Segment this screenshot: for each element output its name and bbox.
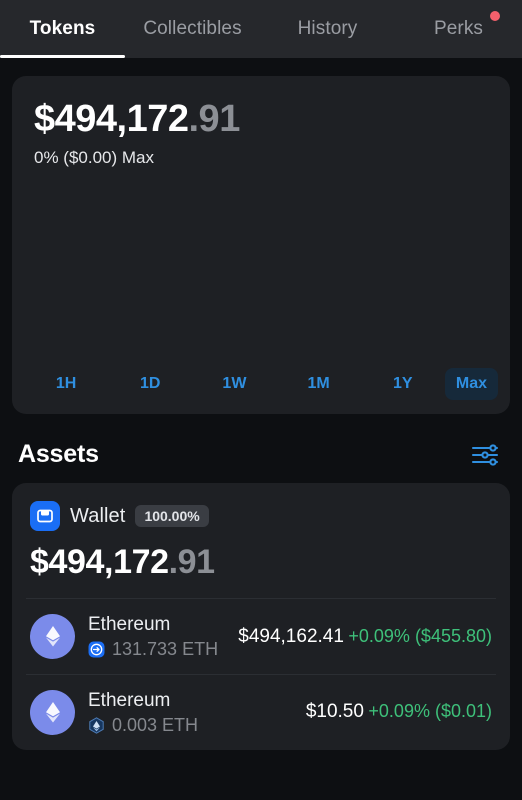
ethereum-icon bbox=[30, 613, 75, 659]
tab-collectibles[interactable]: Collectibles bbox=[125, 0, 260, 58]
range-1w[interactable]: 1W bbox=[192, 368, 276, 400]
token-value: $10.50 bbox=[305, 701, 364, 723]
wallet-identity-row: Wallet 100.00% bbox=[30, 501, 492, 531]
sliders-filter-icon[interactable] bbox=[470, 442, 500, 468]
range-1d[interactable]: 1D bbox=[108, 368, 192, 400]
token-values: $494,162.41 +0.09% ($455.80) bbox=[238, 625, 492, 649]
token-name: Ethereum bbox=[88, 614, 171, 635]
range-1h[interactable]: 1H bbox=[24, 368, 108, 400]
token-value: $494,162.41 bbox=[238, 625, 344, 647]
wallet-card: Wallet 100.00% $494,172.91 Ethereum 131. bbox=[12, 483, 510, 750]
main-tab-bar: Tokens Collectibles History Perks bbox=[0, 0, 522, 58]
wallet-balance-whole: $494,172 bbox=[30, 543, 169, 581]
chart-range-selector: 1H 1D 1W 1M 1Y Max bbox=[24, 368, 498, 400]
ethereum-icon bbox=[30, 689, 75, 735]
assets-header: Assets bbox=[0, 414, 522, 483]
wallet-balance: $494,172.91 bbox=[30, 543, 492, 582]
range-1m[interactable]: 1M bbox=[277, 368, 361, 400]
tab-history-label: History bbox=[297, 18, 358, 39]
portfolio-chart-card: $494,172.91 0% ($0.00) Max 1H 1D 1W 1M 1… bbox=[12, 76, 510, 414]
range-max[interactable]: Max bbox=[444, 368, 498, 400]
range-1y[interactable]: 1Y bbox=[361, 368, 445, 400]
token-amount: 131.733 ETH bbox=[112, 638, 219, 659]
active-tab-indicator bbox=[0, 55, 125, 58]
portfolio-balance-whole: $494,172 bbox=[34, 98, 189, 140]
token-info: Ethereum 0.003 ETH bbox=[88, 689, 293, 736]
tab-tokens[interactable]: Tokens bbox=[0, 0, 125, 58]
token-change: +0.09% ($455.80) bbox=[348, 625, 492, 646]
tab-perks[interactable]: Perks bbox=[395, 0, 522, 58]
token-name: Ethereum bbox=[88, 689, 171, 711]
assets-title: Assets bbox=[18, 440, 99, 468]
token-amount-row: 0.003 ETH bbox=[88, 715, 293, 736]
tab-tokens-label: Tokens bbox=[29, 18, 96, 39]
token-info: Ethereum 131.733 ETH bbox=[88, 613, 225, 660]
token-amount: 0.003 ETH bbox=[112, 714, 199, 735]
wallet-header[interactable]: Wallet 100.00% $494,172.91 bbox=[12, 483, 510, 598]
token-values: $10.50 +0.09% ($0.01) bbox=[306, 700, 492, 724]
tab-history[interactable]: History bbox=[260, 0, 395, 58]
portfolio-change-summary: 0% ($0.00) Max bbox=[34, 147, 154, 167]
token-amount-row: 131.733 ETH bbox=[88, 639, 225, 660]
wallet-balance-cents: .91 bbox=[168, 543, 215, 581]
optimism-network-icon bbox=[89, 716, 104, 734]
wallet-icon bbox=[30, 501, 60, 531]
token-change: +0.09% ($0.01) bbox=[368, 701, 492, 722]
portfolio-balance: $494,172.91 bbox=[34, 98, 488, 140]
tab-collectibles-label: Collectibles bbox=[143, 18, 242, 39]
list-item[interactable]: Ethereum 131.733 ETH $494,162.41 +0.09% … bbox=[12, 599, 510, 674]
list-item[interactable]: Ethereum 0.003 ETH $10.50 +0.09% ($0.01) bbox=[12, 675, 510, 750]
tab-perks-label: Perks bbox=[433, 18, 484, 39]
notification-dot-icon bbox=[490, 11, 500, 21]
arbitrum-network-icon bbox=[88, 641, 105, 658]
wallet-name: Wallet bbox=[70, 504, 126, 527]
wallet-percent-badge: 100.00% bbox=[135, 505, 209, 527]
portfolio-chart-plot[interactable] bbox=[26, 186, 496, 366]
portfolio-balance-cents: .91 bbox=[188, 98, 241, 140]
